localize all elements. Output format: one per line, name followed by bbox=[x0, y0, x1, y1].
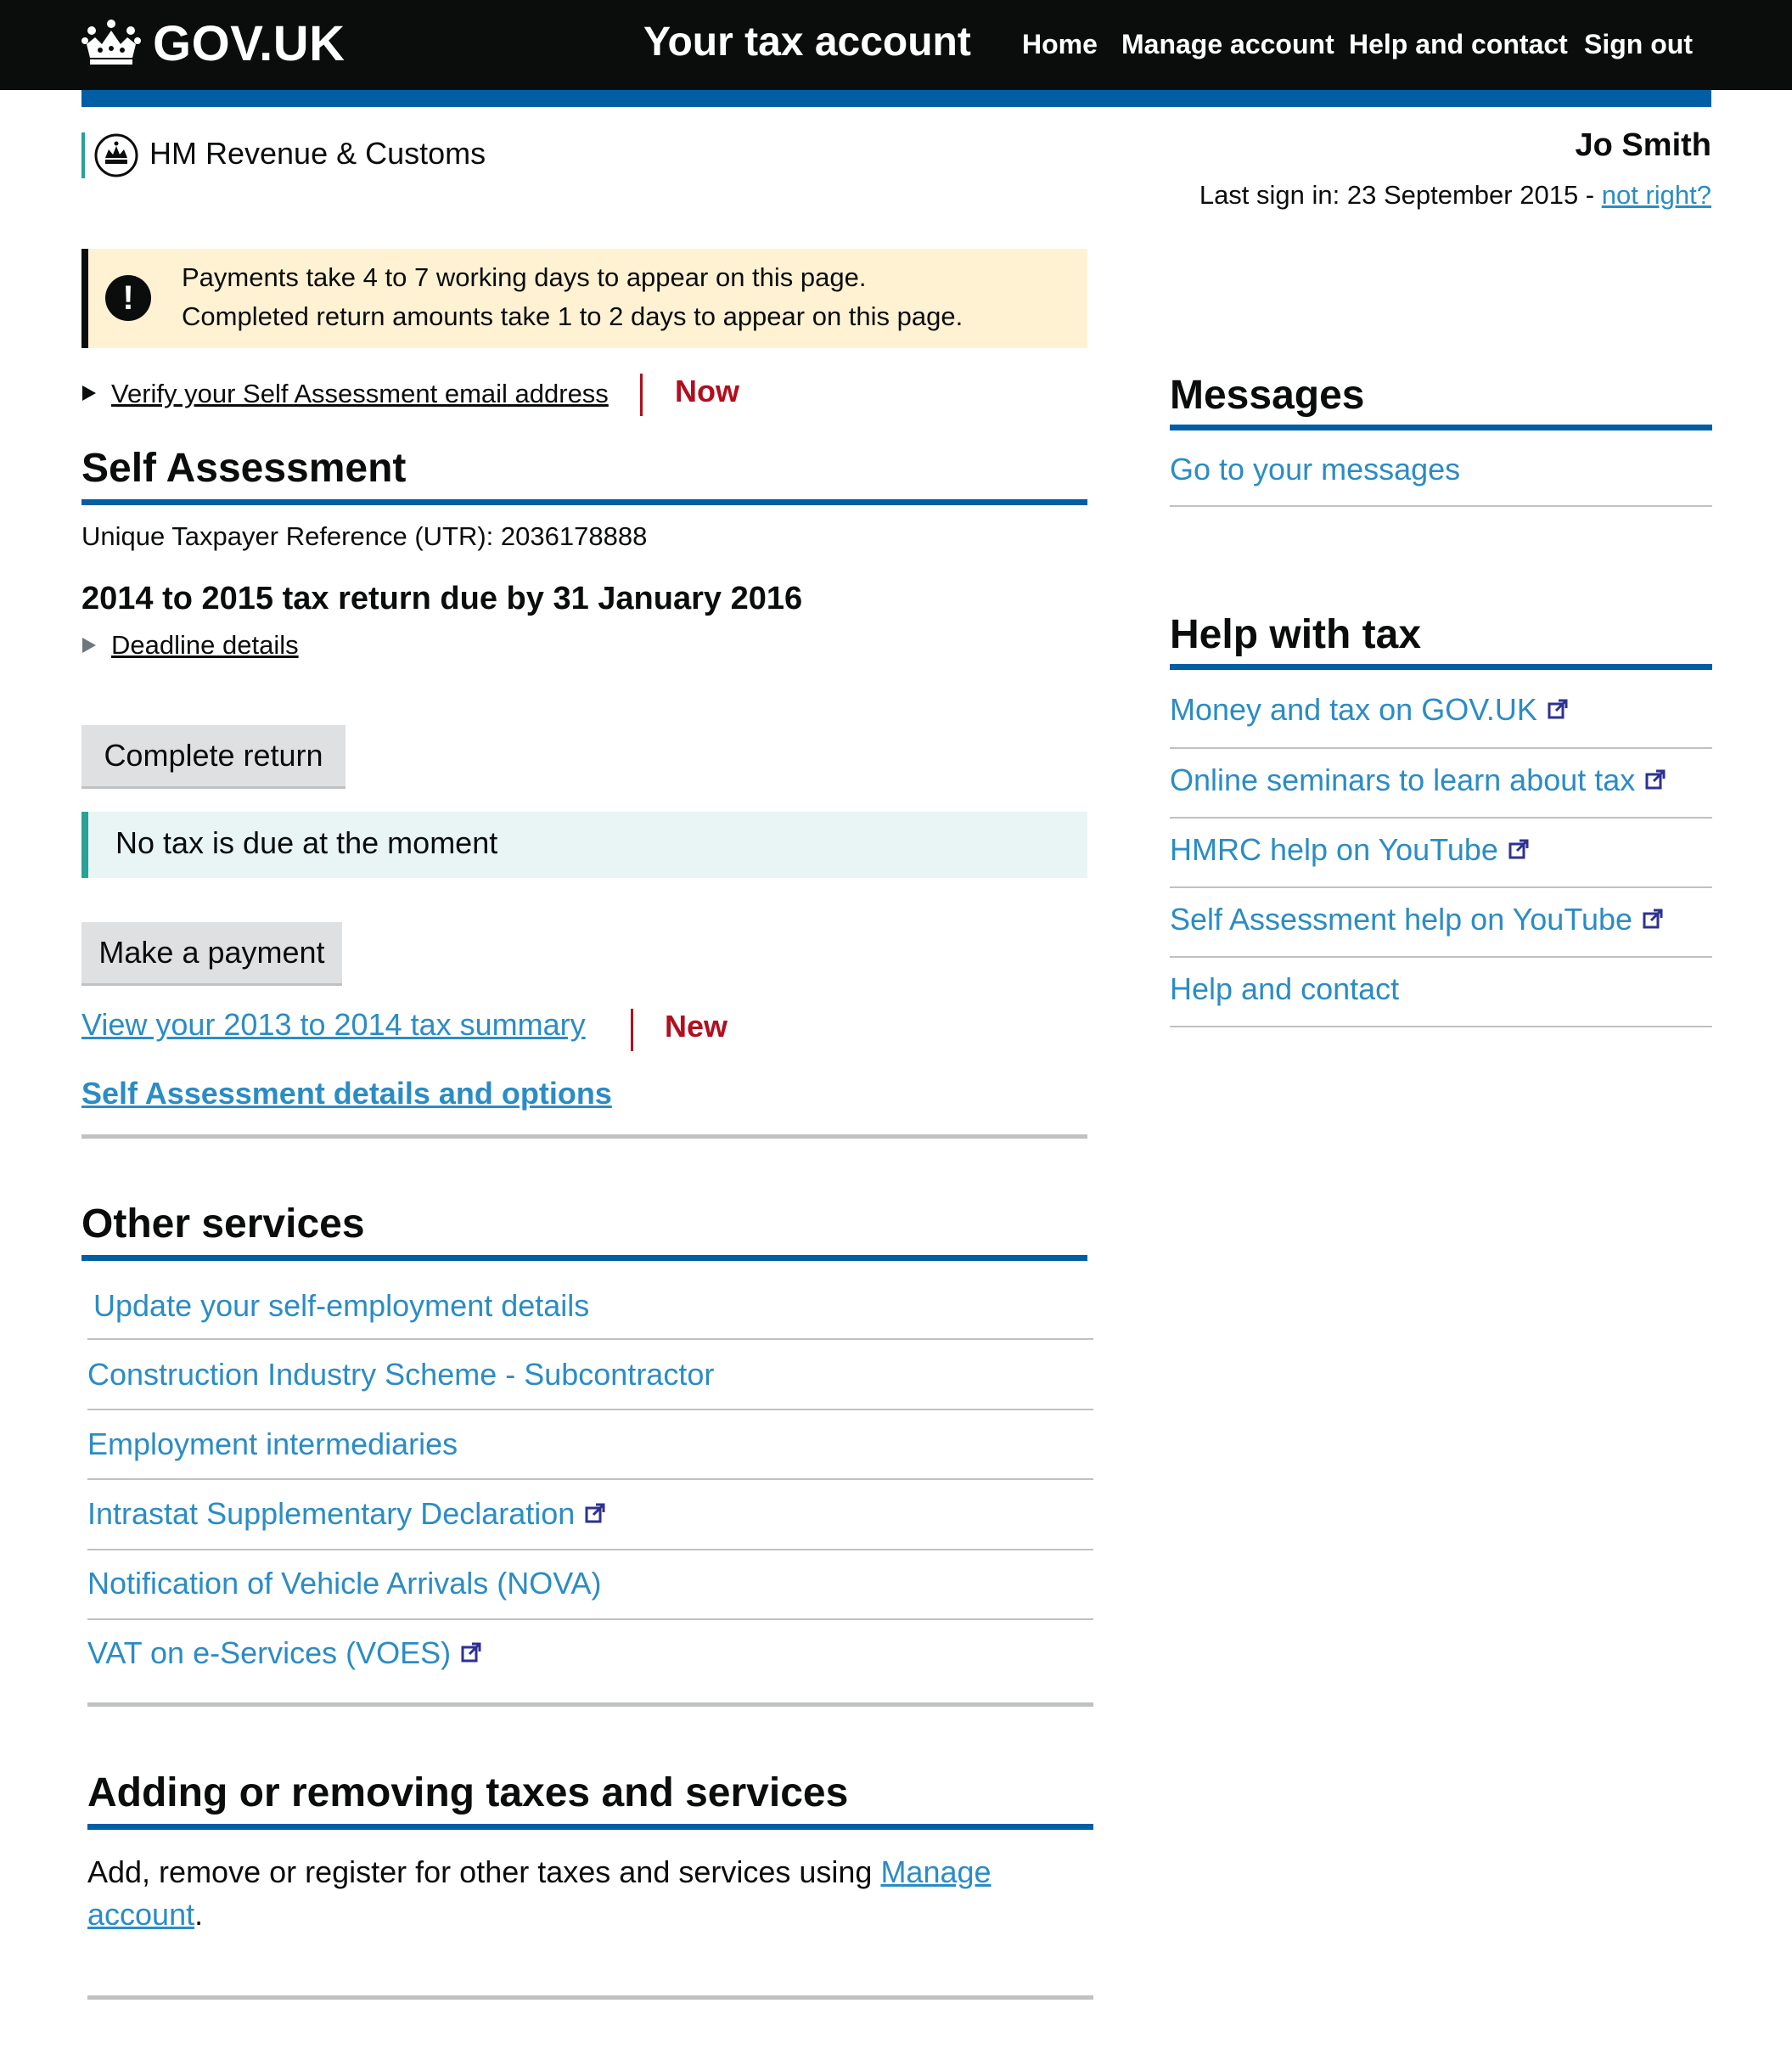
notice-line-1: Payments take 4 to 7 working days to app… bbox=[182, 262, 867, 292]
last-sign-in-text: Last sign in: 23 September 2015 - bbox=[1199, 180, 1602, 210]
last-sign-in: Last sign in: 23 September 2015 - not ri… bbox=[1199, 180, 1711, 211]
adding-rule bbox=[87, 1824, 1093, 1830]
messages-rule bbox=[1170, 425, 1712, 430]
tax-summary-divider bbox=[631, 1009, 633, 1051]
help-link-label: Online seminars to learn about tax bbox=[1170, 762, 1636, 797]
other-services-rule bbox=[81, 1255, 1087, 1261]
nav-sign-out[interactable]: Sign out bbox=[1584, 29, 1693, 60]
help-with-tax-rule bbox=[1170, 664, 1712, 670]
service-link[interactable]: Construction Industry Scheme - Subcontra… bbox=[87, 1357, 714, 1393]
list-divider bbox=[1170, 886, 1712, 888]
nav-home[interactable]: Home bbox=[1022, 29, 1098, 60]
service-link[interactable]: Update your self-employment details bbox=[93, 1288, 589, 1324]
external-link-icon bbox=[1508, 839, 1529, 859]
help-link-label: HMRC help on YouTube bbox=[1170, 832, 1498, 867]
org-colour-bar bbox=[81, 132, 85, 178]
help-link[interactable]: Help and contact bbox=[1170, 971, 1399, 1007]
section-divider bbox=[87, 1995, 1093, 2000]
help-link-external[interactable]: Self Assessment help on YouTube bbox=[1170, 902, 1663, 937]
org-name: HM Revenue & Customs bbox=[149, 136, 486, 171]
service-name[interactable]: Your tax account bbox=[643, 19, 971, 65]
user-name: Jo Smith bbox=[1575, 127, 1711, 163]
list-divider bbox=[87, 1618, 1093, 1620]
disclosure-arrow-icon bbox=[82, 385, 96, 401]
disclosure-arrow-icon bbox=[82, 638, 96, 653]
notice-line-2: Completed return amounts take 1 to 2 day… bbox=[182, 301, 963, 331]
not-right-link[interactable]: not right? bbox=[1602, 180, 1711, 210]
nav-help-and-contact[interactable]: Help and contact bbox=[1349, 29, 1568, 60]
list-divider bbox=[1170, 956, 1712, 958]
list-divider bbox=[1170, 505, 1712, 507]
notice-bar bbox=[81, 249, 88, 348]
complete-return-button[interactable]: Complete return bbox=[81, 725, 345, 786]
list-divider bbox=[1170, 1026, 1712, 1027]
help-link-label: Self Assessment help on YouTube bbox=[1170, 902, 1633, 937]
inset-bar bbox=[81, 812, 88, 878]
list-divider bbox=[1170, 747, 1712, 749]
service-link[interactable]: Notification of Vehicle Arrivals (NOVA) bbox=[87, 1566, 602, 1601]
govuk-logo-link[interactable]: GOV.UK bbox=[153, 15, 345, 72]
verify-email-link[interactable]: Verify your Self Assessment email addres… bbox=[111, 379, 609, 409]
list-divider bbox=[1170, 817, 1712, 819]
warning-icon: ! bbox=[105, 275, 151, 321]
service-link-label: VAT on e-Services (VOES) bbox=[87, 1635, 452, 1670]
list-divider bbox=[87, 1338, 1093, 1340]
self-assessment-details-link[interactable]: Self Assessment details and options bbox=[81, 1076, 612, 1111]
list-divider bbox=[87, 1409, 1093, 1410]
tax-summary-new-tag: New bbox=[665, 1009, 728, 1044]
adding-paragraph: Add, remove or register for other taxes … bbox=[87, 1851, 1081, 1936]
adding-text: Add, remove or register for other taxes … bbox=[87, 1854, 881, 1889]
make-payment-button[interactable]: Make a payment bbox=[81, 922, 342, 983]
external-link-icon bbox=[461, 1642, 481, 1663]
manage-account-link-word2: account bbox=[87, 1897, 195, 1932]
section-divider bbox=[81, 1134, 1087, 1139]
service-link-external[interactable]: Intrastat Supplementary Declaration bbox=[87, 1496, 605, 1532]
service-link-label: Intrastat Supplementary Declaration bbox=[87, 1496, 576, 1531]
list-divider bbox=[87, 1478, 1093, 1480]
adding-end: . bbox=[194, 1897, 204, 1932]
self-assessment-heading: Self Assessment bbox=[81, 446, 407, 491]
tax-summary-link[interactable]: View your 2013 to 2014 tax summary bbox=[81, 1007, 586, 1043]
external-link-icon bbox=[585, 1503, 605, 1523]
self-assessment-rule bbox=[81, 499, 1087, 505]
verify-divider bbox=[640, 374, 643, 416]
crown-icon bbox=[81, 20, 141, 65]
service-link[interactable]: Employment intermediaries bbox=[87, 1426, 458, 1462]
no-tax-due-text: No tax is due at the moment bbox=[115, 825, 498, 860]
external-link-icon bbox=[1645, 769, 1666, 790]
adding-heading: Adding or removing taxes and services bbox=[87, 1770, 849, 1815]
help-link-external[interactable]: Money and tax on GOV.UK bbox=[1170, 692, 1568, 728]
help-link-external[interactable]: HMRC help on YouTube bbox=[1170, 832, 1529, 868]
payments-notice: ! Payments take 4 to 7 working days to a… bbox=[81, 249, 1087, 348]
section-divider bbox=[87, 1702, 1093, 1707]
go-to-messages-link[interactable]: Go to your messages bbox=[1170, 452, 1460, 487]
utr-text: Unique Taxpayer Reference (UTR): 2036178… bbox=[81, 521, 648, 551]
external-link-icon bbox=[1548, 699, 1568, 719]
return-due-text: 2014 to 2015 tax return due by 31 Januar… bbox=[81, 581, 803, 616]
other-services-heading: Other services bbox=[81, 1201, 365, 1246]
nav-manage-account[interactable]: Manage account bbox=[1121, 29, 1334, 60]
global-header: GOV.UK Your tax account Home Manage acco… bbox=[0, 0, 1792, 90]
help-link-external[interactable]: Online seminars to learn about tax bbox=[1170, 762, 1666, 798]
service-link-external[interactable]: VAT on e-Services (VOES) bbox=[87, 1635, 481, 1671]
list-divider bbox=[87, 1549, 1093, 1550]
deadline-details-link[interactable]: Deadline details bbox=[111, 630, 299, 661]
messages-heading: Messages bbox=[1170, 373, 1365, 418]
hmrc-crest-icon bbox=[94, 133, 138, 177]
header-blue-bar bbox=[81, 90, 1711, 107]
help-with-tax-heading: Help with tax bbox=[1170, 612, 1422, 657]
manage-account-link-word1: Manage bbox=[880, 1854, 991, 1889]
external-link-icon bbox=[1643, 909, 1663, 929]
help-link-label: Money and tax on GOV.UK bbox=[1170, 692, 1537, 727]
no-tax-due-panel: No tax is due at the moment bbox=[81, 812, 1087, 878]
verify-now-tag: Now bbox=[675, 374, 739, 408]
